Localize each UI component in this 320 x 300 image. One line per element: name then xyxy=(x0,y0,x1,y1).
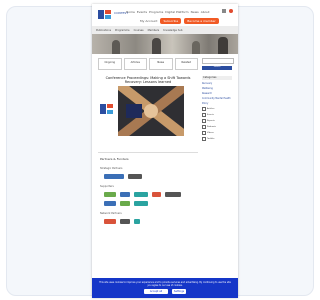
content-tabs: Ongoing Articles News Related xyxy=(98,58,198,70)
subnav-item[interactable]: Members xyxy=(148,29,160,32)
cookie-banner: This site uses cookies to improve your e… xyxy=(92,278,238,298)
partner-logo[interactable] xyxy=(120,219,130,224)
search-input[interactable] xyxy=(202,58,234,64)
nav-link-programs[interactable]: Programs xyxy=(149,10,163,14)
sidebar: Search Categories Recovery Wellbeing Res… xyxy=(202,58,234,288)
subnav-item[interactable]: Programme xyxy=(115,29,130,32)
subscribe-button[interactable]: Subscribe xyxy=(160,18,182,24)
filter-checkbox[interactable]: Podcasts xyxy=(202,125,234,129)
tab-ongoing[interactable]: Ongoing xyxy=(98,58,122,70)
partner-logo-row xyxy=(104,174,194,179)
filter-checkbox[interactable]: Toolkits xyxy=(202,137,234,141)
subnav-item[interactable]: Courses xyxy=(134,29,144,32)
partner-logo[interactable] xyxy=(134,192,148,197)
sidebar-item[interactable]: Community Mental Health xyxy=(202,97,234,100)
partner-logo[interactable] xyxy=(128,174,142,179)
nav-link-news[interactable]: News xyxy=(191,10,199,14)
nav-link-events[interactable]: Events xyxy=(137,10,147,14)
site-logo[interactable] xyxy=(98,10,112,19)
partners-group-strategic: Strategic Partners xyxy=(100,167,123,170)
nav-links: Home Events Programs Digital Platform Ne… xyxy=(126,10,214,14)
partners-section: Partners & Funders Strategic Partners Su… xyxy=(98,152,198,249)
article-image[interactable] xyxy=(118,86,184,136)
nav-actions: My Account Subscribe Become a member xyxy=(140,18,219,24)
partner-logo-row xyxy=(104,192,194,206)
user-icon[interactable] xyxy=(229,9,233,13)
tab-articles[interactable]: Articles xyxy=(123,58,147,70)
top-navigation: CONTEST Home Events Programs Digital Pla… xyxy=(92,4,238,26)
article-title[interactable]: Conference Proceedings: Making a Shift T… xyxy=(100,76,196,84)
tab-related[interactable]: Related xyxy=(174,58,198,70)
nav-link-about[interactable]: About xyxy=(201,10,210,14)
nav-link-digital-platform[interactable]: Digital Platform xyxy=(165,10,188,14)
sub-navigation: Publications Programme Courses Members K… xyxy=(92,26,238,34)
partner-logo[interactable] xyxy=(104,192,116,197)
tab-news[interactable]: News xyxy=(149,58,173,70)
sidebar-item[interactable]: Recovery xyxy=(202,82,234,85)
hero-banner-image xyxy=(92,34,238,54)
partner-logo-row xyxy=(104,219,194,224)
cookie-text: This site uses cookies to improve your e… xyxy=(99,281,231,287)
filter-checkbox[interactable]: Articles xyxy=(202,107,234,111)
search-button[interactable]: Search xyxy=(202,66,232,70)
cookie-settings-button[interactable]: Settings xyxy=(172,289,186,294)
partners-group-network: Network Partners xyxy=(100,212,122,215)
webpage: CONTEST Home Events Programs Digital Pla… xyxy=(92,4,238,298)
nav-link-home[interactable]: Home xyxy=(126,10,135,14)
subnav-item[interactable]: Knowledge hub xyxy=(163,29,182,32)
partners-heading: Partners & Funders xyxy=(100,157,129,161)
subnav-item[interactable]: Publications xyxy=(96,29,111,32)
partner-logo[interactable] xyxy=(104,219,116,224)
partner-logo[interactable] xyxy=(104,174,124,179)
become-member-button[interactable]: Become a member xyxy=(184,18,219,24)
partner-logo[interactable] xyxy=(134,201,148,206)
account-link[interactable]: My Account xyxy=(140,19,157,23)
sidebar-item[interactable]: Policy xyxy=(202,102,234,105)
partner-logo[interactable] xyxy=(120,192,130,197)
filter-checkbox[interactable]: Reports xyxy=(202,119,234,123)
partners-group-supporters: Supporters xyxy=(100,185,114,188)
partner-logo[interactable] xyxy=(165,192,181,197)
organisation-logo xyxy=(100,104,114,114)
cart-icon[interactable] xyxy=(222,9,226,13)
main-content: Ongoing Articles News Related Conference… xyxy=(98,58,198,258)
partner-logo[interactable] xyxy=(134,219,140,224)
filter-heading: Categories xyxy=(202,76,232,80)
partner-logo[interactable] xyxy=(120,201,130,206)
filter-checkbox[interactable]: Videos xyxy=(202,131,234,135)
cookie-accept-button[interactable]: Accept all xyxy=(144,289,168,294)
partner-logo[interactable] xyxy=(152,192,161,197)
filter-checkbox[interactable]: Events xyxy=(202,113,234,117)
partner-logo[interactable] xyxy=(104,201,116,206)
sidebar-item[interactable]: Research xyxy=(202,92,234,95)
sidebar-item[interactable]: Wellbeing xyxy=(202,87,234,90)
